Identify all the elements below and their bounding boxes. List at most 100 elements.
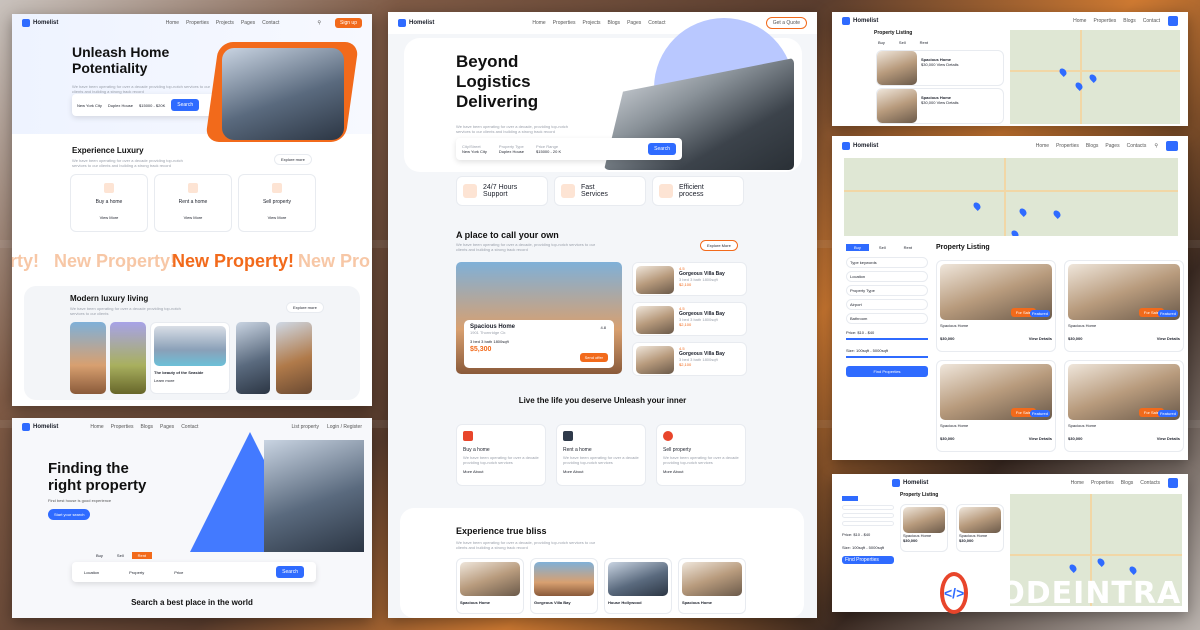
listing-card[interactable]: For Sale Featured Spacious Home $30,000 View…	[936, 260, 1056, 352]
nav-contact[interactable]: Contact	[1143, 18, 1160, 24]
explore-more-button[interactable]: Explore more	[286, 302, 324, 313]
logo[interactable]: Homelist	[22, 423, 58, 431]
price-field[interactable]: Price	[174, 570, 183, 575]
listing-item[interactable]: Spacious Home $30,000 View Details	[876, 88, 1004, 124]
nav-properties[interactable]: Properties	[553, 20, 576, 26]
nav-projects[interactable]: Projects	[582, 20, 600, 26]
map-pin-icon[interactable]	[1074, 81, 1084, 91]
logo[interactable]: Homelist	[842, 142, 878, 150]
tab-buy[interactable]: Buy	[90, 552, 109, 559]
nav-properties[interactable]: Properties	[186, 20, 209, 26]
nav-blogs[interactable]: Blogs	[140, 424, 153, 430]
bliss-card[interactable]: Spacious Home	[456, 558, 524, 614]
price-field[interactable]: Price Range $15000 - 20 K	[536, 144, 561, 154]
villa-item[interactable]: 4.5 Gorgeous Villa Bay 3 bed 3 bath 1800sq…	[632, 262, 747, 296]
nav-properties[interactable]: Properties	[1056, 143, 1079, 149]
search-price[interactable]: $15000 - $20K	[139, 103, 165, 108]
tab-buy[interactable]	[842, 496, 858, 501]
villa-item[interactable]: 4.5 Gorgeous Villa Bay 3 bed 3 bath 1800sq…	[632, 342, 747, 376]
explore-more-button[interactable]: Explore more	[274, 154, 312, 165]
logo[interactable]: Homelist	[842, 17, 878, 25]
price-slider[interactable]	[846, 338, 928, 340]
gallery-feature-card[interactable]: The beauty of the Seaside Learn more	[150, 322, 230, 394]
nav-pages[interactable]: Pages	[241, 20, 255, 26]
listing-item[interactable]: Spacious Home $30,000 View Details	[876, 50, 1004, 86]
nav-home[interactable]: Home	[532, 20, 545, 26]
logo[interactable]: Homelist	[398, 19, 434, 27]
service-rent-home[interactable]: Rent a home We have been operating for o…	[556, 424, 646, 486]
gallery-image-wood-house[interactable]	[276, 322, 312, 394]
logo[interactable]: Homelist	[22, 19, 58, 27]
tab-sell[interactable]: Sell	[899, 40, 906, 45]
gallery-image-coast[interactable]	[70, 322, 106, 394]
card-rent-home[interactable]: Rent a home View More	[154, 174, 232, 232]
nav-properties[interactable]: Properties	[1091, 480, 1114, 486]
map[interactable]	[1010, 30, 1180, 124]
nav-blogs[interactable]: Blogs	[1121, 480, 1134, 486]
nav-home[interactable]: Home	[1073, 18, 1086, 24]
menu-icon[interactable]	[1166, 141, 1178, 151]
map-pin-icon[interactable]	[1088, 73, 1098, 83]
tab-rent[interactable]: Rent	[896, 244, 920, 251]
map[interactable]	[844, 158, 1178, 236]
type-select[interactable]	[842, 521, 894, 526]
airport-select[interactable]: Airport	[846, 299, 928, 310]
find-properties-button[interactable]: Find Properties	[842, 556, 894, 564]
nav-pages[interactable]: Pages	[627, 20, 641, 26]
search-button[interactable]: Search	[648, 143, 676, 155]
search-type[interactable]: Duplex House	[108, 103, 133, 108]
search-button[interactable]: Search	[171, 99, 200, 111]
property-type-select[interactable]: Property Type	[846, 285, 928, 296]
listing-card[interactable]: Spacious Home $30,000	[956, 504, 1004, 552]
location-select[interactable]	[842, 513, 894, 518]
search-icon[interactable]: ⚲	[317, 20, 321, 26]
nav-properties[interactable]: Properties	[111, 424, 134, 430]
search-location[interactable]: New York City	[77, 103, 102, 108]
map-pin-icon[interactable]	[972, 201, 982, 211]
login-link[interactable]: Login / Register	[327, 424, 362, 430]
service-link[interactable]: More About	[563, 469, 639, 474]
service-link[interactable]: More About	[663, 469, 739, 474]
nav-home[interactable]: Home	[90, 424, 103, 430]
map-pin-icon[interactable]	[1096, 557, 1106, 567]
property-field[interactable]: Property	[129, 570, 144, 575]
nav-home[interactable]: Home	[166, 20, 179, 26]
feature-link[interactable]: Learn more	[154, 378, 226, 383]
card-link[interactable]: View More	[239, 215, 315, 220]
gallery-image-tower[interactable]	[236, 322, 270, 394]
signup-button[interactable]: Sign up	[335, 18, 362, 28]
spacious-home-card[interactable]: Spacious Home 1901 Thornridge Cir. 3 bed…	[456, 262, 622, 374]
location-select[interactable]: Location	[846, 271, 928, 282]
tab-sell[interactable]: Sell	[111, 552, 130, 559]
nav-contacts[interactable]: Contacts	[1127, 143, 1147, 149]
search-button[interactable]: Search	[276, 566, 304, 578]
listing-card[interactable]: For Sale Featured Spacious Home $30,000 View…	[1064, 360, 1184, 452]
view-details-link[interactable]: View Details	[1029, 436, 1052, 441]
nav-home[interactable]: Home	[1071, 480, 1084, 486]
nav-blogs[interactable]: Blogs	[1086, 143, 1099, 149]
listing-link[interactable]: View Details	[937, 62, 959, 67]
service-link[interactable]: More About	[463, 469, 539, 474]
keyword-input[interactable]: Type keywords	[846, 257, 928, 268]
list-property-link[interactable]: List property	[291, 424, 319, 430]
nav-blogs[interactable]: Blogs	[608, 20, 621, 26]
tab-rent[interactable]: Rent	[920, 40, 928, 45]
send-offer-button[interactable]: Send offer	[579, 353, 608, 362]
card-link[interactable]: View More	[155, 215, 231, 220]
city-field[interactable]: City/Street New York City	[462, 144, 487, 154]
map-pin-icon[interactable]	[1052, 209, 1062, 219]
map-pin-icon[interactable]	[1018, 207, 1028, 217]
nav-home[interactable]: Home	[1036, 143, 1049, 149]
bathroom-select[interactable]: Bathroom	[846, 313, 928, 324]
nav-contact[interactable]: Contact	[181, 424, 198, 430]
nav-blogs[interactable]: Blogs	[1123, 18, 1136, 24]
listing-card[interactable]: For Sale Featured Spacious Home $30,000 View…	[936, 360, 1056, 452]
nav-contact[interactable]: Contact	[648, 20, 665, 26]
nav-pages[interactable]: Pages	[1105, 143, 1119, 149]
bliss-card[interactable]: House Hollywood	[604, 558, 672, 614]
nav-projects[interactable]: Projects	[216, 20, 234, 26]
service-buy-home[interactable]: Buy a home We have been operating for ov…	[456, 424, 546, 486]
card-link[interactable]: View More	[71, 215, 147, 220]
tab-sell[interactable]: Sell	[871, 244, 894, 251]
view-details-link[interactable]: View Details	[1157, 336, 1180, 341]
